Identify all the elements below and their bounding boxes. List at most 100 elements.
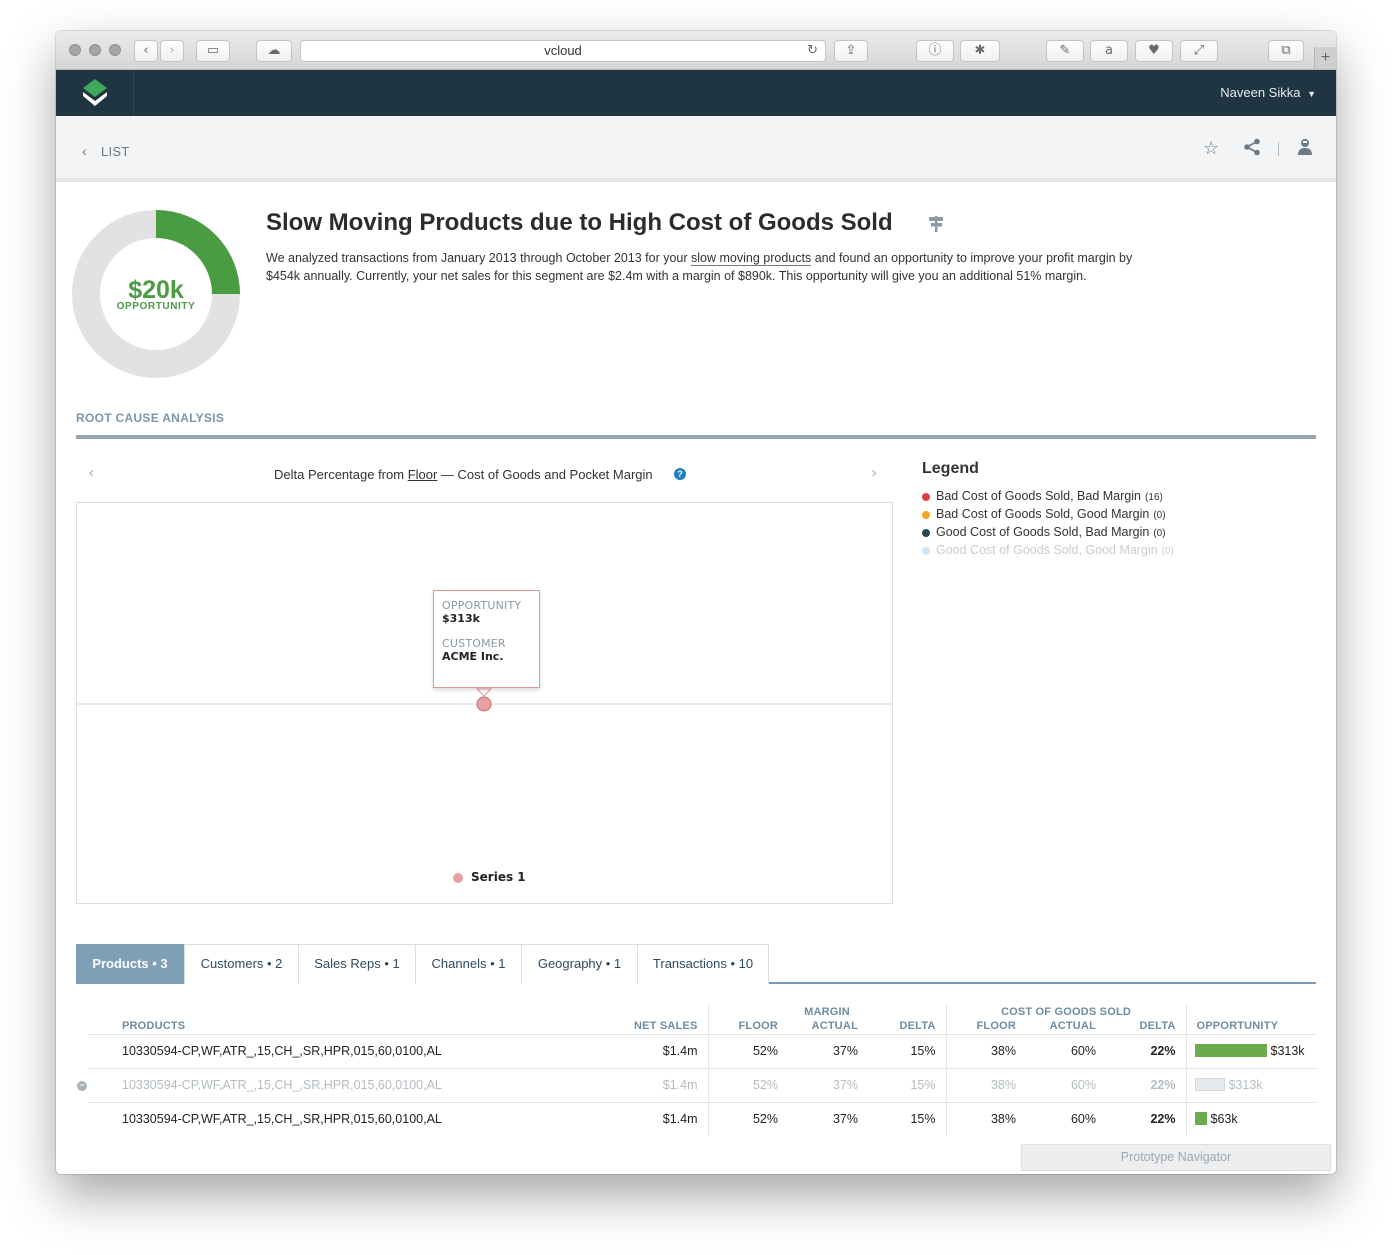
net-sales-cell: $1.4m: [608, 1101, 708, 1136]
reload-icon[interactable]: ↻: [807, 41, 818, 61]
toolbar-divider: [1278, 142, 1279, 156]
back-to-list-link[interactable]: ‹ LIST: [82, 143, 130, 159]
slow-moving-products-link[interactable]: slow moving products: [691, 251, 812, 266]
share-icon[interactable]: [1243, 138, 1261, 161]
remove-row-icon[interactable]: −: [77, 1081, 87, 1091]
legend-item-count: (0): [1161, 546, 1174, 557]
browser-back-icon[interactable]: ‹: [134, 40, 158, 62]
col-cogs-actual[interactable]: ACTUAL: [1026, 1019, 1106, 1034]
chart-tooltip: OPPORTUNITY $313k CUSTOMER ACME Inc.: [433, 590, 540, 688]
cogs-floor-cell: 38%: [945, 1033, 1026, 1068]
series-legend-label[interactable]: Series 1: [471, 870, 526, 884]
col-margin-delta[interactable]: DELTA: [868, 1019, 946, 1034]
url-text: vcloud: [544, 43, 582, 58]
floor-link[interactable]: Floor: [408, 467, 438, 482]
signpost-icon[interactable]: [928, 214, 944, 232]
col-cogs-floor[interactable]: FLOOR: [945, 1019, 1026, 1034]
col-opportunity[interactable]: OPPORTUNITY: [1185, 1019, 1316, 1034]
product-cell: 10330594-CP,WF,ATR_,15,CH_,SR,HPR,015,60…: [88, 1033, 608, 1068]
tab-overview-icon[interactable]: ⧉: [1268, 40, 1304, 62]
browser-toolbar: ‹ › ▭ ☁ vcloud ↻ ⇪ ⓘ ✱ ✎ a ♥ ⤢ ⧉ +: [56, 31, 1336, 70]
opportunity-bar: [1194, 1112, 1207, 1126]
net-sales-cell: $1.4m: [608, 1033, 708, 1068]
summary-text: We analyzed transactions from January 20…: [266, 249, 1146, 285]
margin-delta-cell: 15%: [868, 1033, 946, 1068]
tab-products[interactable]: Products • 3: [76, 944, 184, 984]
share-page-icon[interactable]: ⇪: [834, 40, 868, 62]
root-cause-heading: ROOT CAUSE ANALYSIS: [76, 411, 225, 425]
dimension-tabs: Products • 3 Customers • 2 Sales Reps • …: [76, 944, 1316, 984]
password-manager-icon[interactable]: ⓘ: [916, 40, 954, 62]
legend-item[interactable]: Bad Cost of Goods Sold, Good Margin (0): [922, 507, 1174, 525]
scatter-point[interactable]: [476, 696, 492, 712]
page-title: Slow Moving Products due to High Cost of…: [266, 209, 893, 236]
scatter-chart: OPPORTUNITY $313k CUSTOMER ACME Inc. Ser…: [76, 502, 893, 904]
fullscreen-icon[interactable]: ⤢: [1180, 40, 1218, 62]
col-products[interactable]: PRODUCTS: [88, 1019, 608, 1034]
amazon-icon[interactable]: a: [1090, 40, 1128, 62]
icloud-tabs-icon[interactable]: ☁: [256, 40, 292, 62]
legend-dot: [922, 493, 930, 501]
user-name: Naveen Sikka: [1220, 85, 1301, 100]
help-icon[interactable]: ?: [674, 468, 686, 480]
minimize-window-button[interactable]: [89, 44, 101, 56]
tab-channels[interactable]: Channels • 1: [415, 944, 522, 984]
opportunity-value: $63k: [1210, 1112, 1238, 1127]
col-margin-actual[interactable]: ACTUAL: [788, 1019, 868, 1034]
extension-puzzle-icon[interactable]: ✱: [960, 40, 1000, 62]
legend-item[interactable]: Good Cost of Goods Sold, Bad Margin (0): [922, 525, 1174, 543]
close-window-button[interactable]: [69, 44, 81, 56]
legend-item-count: (0): [1153, 528, 1166, 539]
chart-title: Delta Percentage from Floor — Cost of Go…: [274, 467, 653, 482]
logo-cell: [56, 70, 134, 116]
pocket-icon[interactable]: ♥: [1135, 40, 1173, 62]
star-icon[interactable]: ☆: [1203, 138, 1219, 159]
address-bar[interactable]: vcloud ↻: [300, 40, 826, 62]
margin-floor-cell: 52%: [707, 1101, 788, 1136]
app-header: Naveen Sikka ▼: [56, 70, 1336, 116]
cogs-group-header: COST OF GOODS SOLD: [945, 1004, 1186, 1019]
legend-title: Legend: [922, 460, 979, 477]
zoom-window-button[interactable]: [109, 44, 121, 56]
chart-next-icon[interactable]: ›: [871, 463, 877, 482]
sub-header: ‹ LIST ☆: [56, 116, 1336, 182]
legend-item-label: Bad Cost of Goods Sold, Good Margin: [936, 507, 1150, 521]
tab-customers[interactable]: Customers • 2: [184, 944, 299, 984]
new-tab-icon[interactable]: +: [1314, 47, 1336, 69]
tab-transactions[interactable]: Transactions • 10: [637, 944, 769, 984]
evernote-icon[interactable]: ✎: [1046, 40, 1084, 62]
opportunity-cell: $313k: [1185, 1033, 1316, 1068]
logo-icon[interactable]: [80, 77, 110, 109]
legend-panel: Legend Bad Cost of Goods Sold, Bad Margi…: [922, 460, 1174, 561]
table-row[interactable]: 10330594-CP,WF,ATR_,15,CH_,SR,HPR,015,60…: [88, 1067, 1316, 1102]
opportunity-value: $313k: [1270, 1044, 1305, 1058]
col-cogs-delta[interactable]: DELTA: [1106, 1019, 1186, 1034]
browser-forward-icon[interactable]: ›: [160, 40, 184, 62]
user-assign-icon[interactable]: [1297, 138, 1313, 161]
prototype-navigator-button[interactable]: Prototype Navigator: [1021, 1144, 1331, 1171]
product-cell: 10330594-CP,WF,ATR_,15,CH_,SR,HPR,015,60…: [88, 1101, 608, 1136]
legend-dot: [922, 547, 930, 555]
legend-item-count: (0): [1153, 510, 1166, 521]
margin-actual-cell: 37%: [788, 1101, 868, 1136]
chart-canvas: [77, 688, 892, 712]
chart-prev-icon[interactable]: ‹: [88, 463, 94, 482]
chevron-left-icon: ‹: [82, 143, 87, 159]
tab-sales-reps[interactable]: Sales Reps • 1: [298, 944, 416, 984]
tooltip-pointer: [475, 688, 493, 697]
sidebar-toggle-icon[interactable]: ▭: [196, 40, 230, 62]
series-legend-dot: [453, 873, 463, 883]
col-margin-floor[interactable]: FLOOR: [707, 1019, 788, 1034]
table-row[interactable]: 10330594-CP,WF,ATR_,15,CH_,SR,HPR,015,60…: [88, 1101, 1316, 1136]
table-row[interactable]: 10330594-CP,WF,ATR_,15,CH_,SR,HPR,015,60…: [88, 1033, 1316, 1068]
legend-item[interactable]: Bad Cost of Goods Sold, Bad Margin (16): [922, 489, 1174, 507]
col-net-sales[interactable]: NET SALES: [608, 1019, 708, 1034]
section-divider: [76, 435, 1316, 439]
legend-item[interactable]: Good Cost of Goods Sold, Good Margin (0): [922, 543, 1174, 561]
user-menu[interactable]: Naveen Sikka ▼: [1220, 85, 1316, 100]
legend-item-label: Bad Cost of Goods Sold, Bad Margin: [936, 489, 1141, 503]
margin-floor-cell: 52%: [707, 1033, 788, 1068]
margin-group-header: MARGIN: [707, 1004, 946, 1019]
tab-geography[interactable]: Geography • 1: [521, 944, 638, 984]
legend-dot: [922, 511, 930, 519]
